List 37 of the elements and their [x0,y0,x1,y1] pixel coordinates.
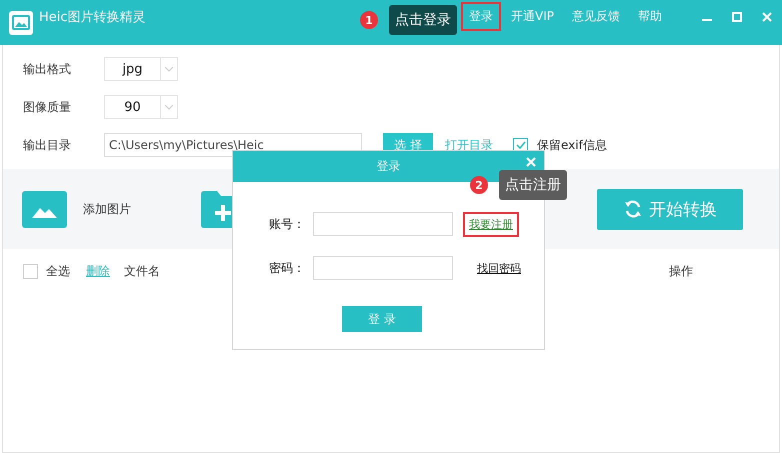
menu-item[interactable]: 意见反馈 [564,2,628,31]
caret-icon [165,104,173,110]
image-icon[interactable] [22,190,67,228]
column-header: 文件名 [124,262,160,280]
caret-icon [165,66,173,72]
refresh-icon [623,199,643,219]
login-button[interactable]: 登 录 [342,306,422,332]
input-field[interactable] [313,212,453,236]
check-icon [514,139,526,151]
menu-item[interactable]: 开通VIP [503,2,562,31]
start-convert-button[interactable]: 开始转换 [597,188,743,230]
delete-link[interactable]: 删除 [86,262,110,280]
select-all-label: 全选 [46,262,70,280]
close-icon[interactable] [526,157,536,167]
add-image-label[interactable]: 添加图片 [83,200,131,218]
column-header: 操作 [669,262,693,280]
dialog-title: 登录 [376,158,400,175]
window-title: Heic图片转换精灵 [39,8,146,26]
format-select[interactable]: jpg [104,57,178,81]
register-link[interactable]: 我要注册 [463,212,519,236]
output-dir-label: 输出目录 [23,136,72,154]
menu-item[interactable]: 登录 [461,2,502,31]
field-label: 密码： [269,260,306,276]
image-icon [9,10,33,34]
format-label: 输出格式 [23,60,72,78]
quality-select[interactable]: 90 [104,95,178,119]
exif-label: 保留exif信息 [537,136,607,154]
quality-label: 图像质量 [23,98,72,116]
recover-password-link[interactable]: 找回密码 [471,256,527,280]
input-field[interactable] [313,256,453,280]
tooltip: 点击登录 [389,5,457,35]
tooltip: 点击注册 [499,170,567,200]
maximize-icon[interactable] [732,12,742,22]
field-label: 账号： [269,216,306,232]
select-all-checkbox[interactable] [23,264,38,278]
menu-item[interactable]: 帮助 [630,2,670,31]
close-icon[interactable] [762,12,772,22]
